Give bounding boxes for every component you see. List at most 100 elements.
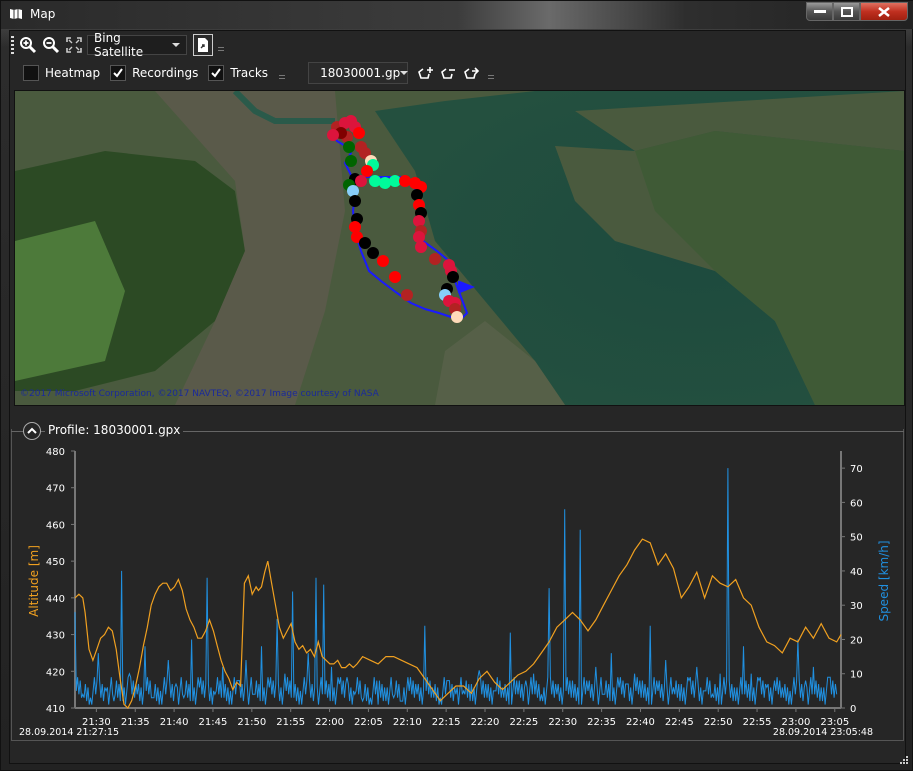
x-tick-label: 22:35	[587, 717, 616, 728]
x-tick-label: 22:00	[315, 717, 344, 728]
recording-marker[interactable]	[379, 177, 391, 189]
recording-marker[interactable]	[429, 253, 441, 265]
zoom-out-button[interactable]	[41, 35, 61, 55]
map-source-value: Bing Satellite	[94, 31, 144, 59]
recording-marker[interactable]	[349, 195, 361, 207]
toolbar-overflow[interactable]	[217, 45, 225, 55]
map-view[interactable]: ©2017 Microsoft Corporation, ©2017 NAVTE…	[14, 90, 905, 406]
fit-extent-button[interactable]	[64, 35, 84, 55]
maximize-icon	[840, 6, 853, 17]
tracks-checkbox[interactable]: Tracks	[208, 65, 268, 81]
x-tick-label: 21:45	[199, 717, 228, 728]
add-to-selection-icon	[418, 67, 434, 79]
recording-marker[interactable]	[369, 175, 381, 187]
recording-marker[interactable]	[353, 127, 365, 139]
x-tick-label: 22:50	[704, 717, 733, 728]
right-tick-label: 60	[850, 498, 863, 509]
recording-marker[interactable]	[415, 241, 427, 253]
resize-grip-icon[interactable]	[898, 756, 908, 766]
profile-title: Profile: 18030001.gpx	[45, 423, 184, 437]
left-tick-label: 440	[46, 594, 65, 605]
x-tick-label: 21:50	[237, 717, 266, 728]
recording-marker[interactable]	[401, 289, 413, 301]
toolbar-grip[interactable]	[11, 36, 14, 54]
recording-marker[interactable]	[355, 175, 367, 187]
close-button[interactable]	[860, 2, 908, 21]
recording-marker[interactable]	[347, 185, 359, 197]
recording-marker[interactable]	[345, 155, 357, 167]
checkmark-icon	[113, 68, 123, 78]
profile-chart[interactable]: 410 420 430 440 450 460 470 480 0 10 20 30 40 50 60 70 2…	[1, 441, 913, 741]
end-time-label: 28.09.2014 23:05:48	[773, 727, 873, 738]
recording-marker[interactable]	[451, 311, 463, 323]
left-tick-label: 410	[46, 704, 65, 715]
chevron-up-icon	[27, 427, 37, 434]
heatmap-box	[23, 65, 39, 81]
right-tick-label: 50	[850, 533, 863, 544]
collapse-button[interactable]	[23, 422, 41, 440]
track-select[interactable]: 18030001.gp	[308, 62, 409, 84]
altitude-axis-label: Altitude [m]	[27, 545, 41, 617]
x-tick-label: 22:15	[432, 717, 461, 728]
x-tick-label: 21:35	[121, 717, 150, 728]
heatmap-label: Heatmap	[45, 66, 101, 80]
layer-toolbar: Heatmap Recordings Tracks 18030001.gp	[23, 62, 495, 84]
recording-marker[interactable]	[411, 189, 423, 201]
map-icon	[10, 9, 22, 19]
x-tick-label: 22:45	[665, 717, 694, 728]
add-selection-button[interactable]	[416, 63, 436, 83]
checkmark-icon	[211, 68, 222, 78]
right-tick-label: 70	[850, 464, 863, 475]
export-button[interactable]	[193, 34, 213, 56]
chevron-down-icon	[400, 71, 409, 75]
recording-marker[interactable]	[361, 165, 373, 177]
heatmap-checkbox[interactable]: Heatmap	[23, 65, 100, 81]
map-attribution: ©2017 Microsoft Corporation, ©2017 NAVTE…	[20, 389, 379, 399]
recording-marker[interactable]	[399, 175, 411, 187]
start-time-label: 28.09.2014 21:27:15	[19, 727, 119, 738]
recording-marker[interactable]	[413, 231, 425, 243]
actions-overflow[interactable]	[487, 73, 495, 83]
right-tick-label: 20	[850, 635, 863, 646]
speed-axis-label: Speed [km/h]	[877, 540, 891, 621]
x-tick-label: 22:40	[626, 717, 655, 728]
recordings-checkbox[interactable]: Recordings	[110, 65, 198, 81]
left-tick-label: 430	[46, 631, 65, 642]
recording-marker[interactable]	[349, 221, 361, 233]
map-window: Map Bing Satellite Heatmap Recordings Tr…	[0, 0, 913, 771]
recording-marker[interactable]	[343, 141, 355, 153]
maximize-button[interactable]	[833, 2, 860, 21]
x-tick-label: 22:20	[471, 717, 500, 728]
map-source-select[interactable]: Bing Satellite	[87, 31, 187, 59]
minimize-button[interactable]	[806, 2, 833, 21]
recording-marker[interactable]	[413, 215, 425, 227]
left-tick-label: 450	[46, 557, 65, 568]
x-tick-label: 22:30	[548, 717, 577, 728]
satellite-map[interactable]	[15, 91, 904, 405]
recording-marker[interactable]	[377, 255, 389, 267]
zoom-in-button[interactable]	[18, 35, 38, 55]
recording-marker[interactable]	[359, 237, 371, 249]
layers-overflow[interactable]	[278, 73, 286, 83]
chevron-down-icon	[172, 43, 180, 47]
remove-selection-button[interactable]	[439, 63, 459, 83]
right-tick-label: 40	[850, 567, 863, 578]
tracks-label: Tracks	[230, 66, 269, 80]
right-tick-label: 0	[850, 704, 856, 715]
fit-extent-icon	[66, 37, 82, 53]
map-toolbar: Bing Satellite	[11, 31, 225, 59]
x-tick-label: 21:55	[276, 717, 305, 728]
export-selection-button[interactable]	[462, 63, 482, 83]
left-tick-label: 470	[46, 484, 65, 495]
recording-marker[interactable]	[389, 271, 401, 283]
x-tick-label: 22:25	[509, 717, 538, 728]
close-icon	[878, 6, 890, 17]
minimize-icon	[813, 9, 826, 13]
recording-marker[interactable]	[447, 271, 459, 283]
track-select-value: 18030001.gp	[320, 66, 401, 80]
export-selection-icon	[464, 67, 480, 79]
recording-marker[interactable]	[367, 247, 379, 259]
recordings-box	[110, 65, 127, 81]
recording-marker[interactable]	[327, 129, 339, 141]
title-bar[interactable]: Map	[1, 1, 913, 29]
